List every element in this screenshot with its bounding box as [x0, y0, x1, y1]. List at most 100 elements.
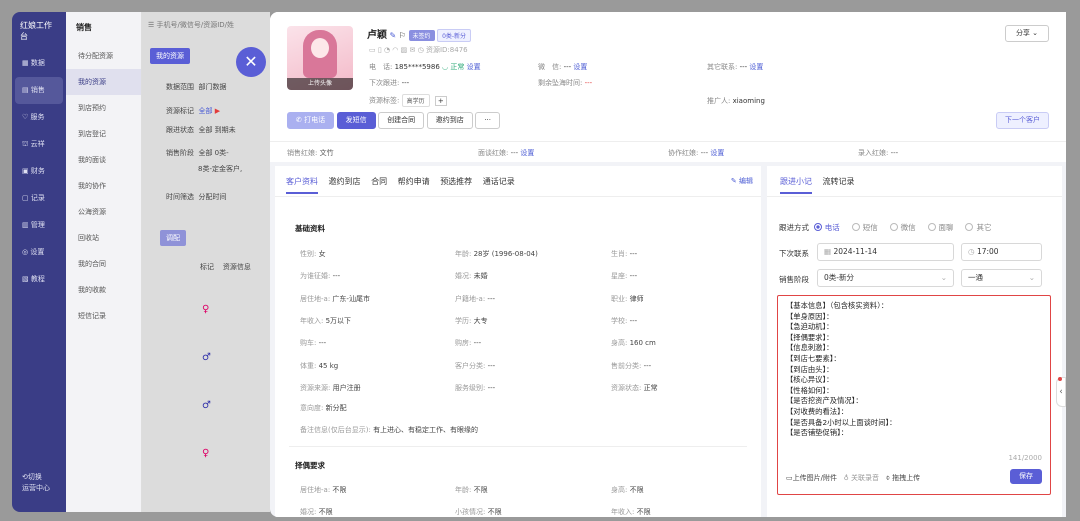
- nav-item-cloud[interactable]: ⛫ 云祥: [12, 131, 66, 158]
- chevron-down-icon: ⌄: [940, 273, 947, 282]
- field: 售前分类: ---: [611, 361, 652, 370]
- nav-item-service[interactable]: ♡ 服务: [12, 104, 66, 131]
- wifi-icon: ◠: [392, 46, 399, 54]
- tab-profile[interactable]: 客户资料: [286, 177, 318, 194]
- sales-stage-label: 销售阶段: [779, 275, 809, 284]
- radio-wechat[interactable]: 微信: [889, 223, 916, 232]
- paperclip-icon: ⌽: [885, 474, 890, 482]
- stage-badge: 0类-新分: [437, 29, 472, 42]
- sub-item[interactable]: 到店预约: [66, 95, 141, 121]
- collapse-handle[interactable]: ‹: [1056, 377, 1066, 407]
- tab-call-log[interactable]: 通话记录: [483, 177, 515, 192]
- sub-sidebar-title: 销售: [76, 23, 92, 32]
- tab-transfer-record[interactable]: 流转记录: [823, 177, 855, 192]
- avatar[interactable]: 上传头像: [287, 26, 353, 90]
- upload-avatar-button[interactable]: 上传头像: [287, 78, 353, 90]
- nav-item-tutorial[interactable]: ▧ 教程: [12, 266, 66, 293]
- nav-item-sales[interactable]: ▤ 销售: [15, 77, 63, 104]
- flag-icon[interactable]: ⚐: [399, 31, 406, 40]
- sales-red-value: 文竹: [319, 149, 334, 157]
- sub-item[interactable]: 我的协作: [66, 173, 141, 199]
- tab-invite[interactable]: 邀约到店: [329, 177, 361, 192]
- next-date-picker[interactable]: ▦ 2024-11-14: [817, 243, 954, 261]
- switch-center-button[interactable]: ⟲切换 运营中心: [22, 472, 50, 494]
- level-select[interactable]: 一通 ⌄: [961, 269, 1042, 287]
- interview-set-link[interactable]: 设置: [520, 149, 534, 157]
- collab-red-value: ---: [700, 149, 709, 157]
- next-time-picker[interactable]: ◷ 17:00: [961, 243, 1042, 261]
- create-contract-button[interactable]: 创建合同: [378, 112, 425, 129]
- phone-set-link[interactable]: 设置: [467, 63, 481, 71]
- sub-item[interactable]: 我的收款: [66, 277, 141, 303]
- upload-attachment-button[interactable]: ▭上传图片/附件: [786, 474, 837, 482]
- nav-item-record[interactable]: ▢ 记录: [12, 185, 66, 212]
- customer-name: 卢颖: [367, 30, 387, 41]
- sub-item[interactable]: 我的合同: [66, 251, 141, 277]
- interview-red-label: 面谈红娘:: [478, 149, 509, 157]
- field: 年收入: 5万以下: [300, 316, 352, 325]
- sub-item-active[interactable]: 我的资源: [66, 69, 141, 95]
- resource-id-label: 资源ID:: [425, 46, 450, 54]
- transfer-button[interactable]: 调配: [160, 230, 186, 246]
- sales-stage-select[interactable]: 0类-新分 ⌄: [817, 269, 954, 287]
- interview-red-value: ---: [510, 149, 519, 157]
- tab-recommend[interactable]: 预选推荐: [440, 177, 472, 192]
- field: 资源来源: 用户注册: [300, 383, 361, 392]
- field: 身高: 不限: [611, 486, 644, 494]
- more-button[interactable]: ···: [475, 112, 500, 129]
- follow-note-textarea[interactable]: 【基本信息】（包含核实资料）： 【单身原因】： 【急迫动机】： 【择偶要求】： …: [777, 295, 1051, 495]
- tags-label: 资源标签:: [369, 96, 400, 105]
- remain-time-label: 剩余坠海时间:: [538, 79, 583, 87]
- tag-chip: 高学历: [401, 94, 430, 107]
- radio-phone[interactable]: 电话: [813, 223, 840, 232]
- sms-button[interactable]: 发短信: [336, 112, 376, 129]
- sub-sidebar: 销售 待分配资源 我的资源 到店预约 到店登记 我的面谈 我的协作 公海资源 回…: [66, 12, 142, 512]
- radio-other[interactable]: 其它: [965, 223, 991, 232]
- sub-item[interactable]: 我的面谈: [66, 147, 141, 173]
- tab-contract[interactable]: 合同: [371, 177, 387, 192]
- tab-follow-note[interactable]: 跟进小记: [780, 177, 812, 194]
- matchmaker-row: 销售红娘: 文竹 面谈红娘: --- 设置 协作红娘: --- 设置 录入红娘:…: [270, 141, 1066, 162]
- edit-icon[interactable]: ✎: [390, 31, 397, 40]
- close-icon[interactable]: ✕: [236, 47, 266, 77]
- my-resources-tab[interactable]: 我的资源: [150, 48, 190, 64]
- filter-row: 资源标记 全部 ▶: [166, 107, 221, 115]
- add-tag-button[interactable]: +: [434, 95, 447, 106]
- wechat-set-link[interactable]: 设置: [573, 63, 587, 71]
- sub-item[interactable]: 待分配资源: [66, 43, 141, 69]
- wechat-label: 微 信:: [538, 63, 562, 71]
- chevron-down-icon: ⌄: [1028, 273, 1035, 282]
- filter-row: 跟进状态 全部 到期未: [166, 126, 236, 134]
- invite-visit-button[interactable]: 邀约到店: [426, 112, 473, 129]
- sub-item[interactable]: 短信记录: [66, 303, 141, 329]
- wechat-value: ---: [563, 63, 572, 71]
- field: 年龄: 28岁 (1996-08-04): [455, 250, 538, 258]
- nav-item-manage[interactable]: ▥ 管理: [12, 212, 66, 239]
- tab-help-request[interactable]: 帮约申请: [398, 177, 430, 192]
- nav-item-finance[interactable]: ▣ 财务: [12, 158, 66, 185]
- save-button[interactable]: 保存: [1010, 469, 1042, 484]
- nav-item-settings[interactable]: ◎ 设置: [12, 239, 66, 266]
- other-contact-label: 其它联系:: [707, 63, 738, 71]
- image-icon: ▨: [400, 46, 408, 54]
- search-input[interactable]: 手机号/微信号/资源ID/姓: [157, 21, 235, 29]
- radio-sms[interactable]: 短信: [851, 223, 878, 232]
- share-button[interactable]: 分享 ⌄: [1005, 25, 1049, 42]
- avatar: ♂: [202, 352, 211, 363]
- sub-item[interactable]: 回收站: [66, 225, 141, 251]
- drag-upload-button[interactable]: ⌽ 拖拽上传: [886, 474, 920, 482]
- filter-row: 8类-定金客户,: [198, 165, 243, 173]
- sub-item[interactable]: 到店登记: [66, 121, 141, 147]
- radio-meet[interactable]: 面聊: [927, 223, 954, 232]
- sub-item[interactable]: 公海资源: [66, 199, 141, 225]
- nav-item-data[interactable]: ▦ 数据: [12, 50, 66, 77]
- other-set-link[interactable]: 设置: [749, 63, 763, 71]
- call-button[interactable]: ✆ 打电话: [287, 112, 335, 129]
- next-customer-button[interactable]: 下一个客户: [996, 112, 1049, 129]
- folder-icon: ▭: [786, 474, 793, 482]
- field: 购车: ---: [300, 339, 327, 348]
- collab-set-link[interactable]: 设置: [710, 149, 724, 157]
- mail-icon: ✉: [409, 46, 416, 54]
- link-record-button[interactable]: ♁ 关联录音: [844, 474, 879, 482]
- edit-button[interactable]: ✎ 编辑: [731, 176, 753, 186]
